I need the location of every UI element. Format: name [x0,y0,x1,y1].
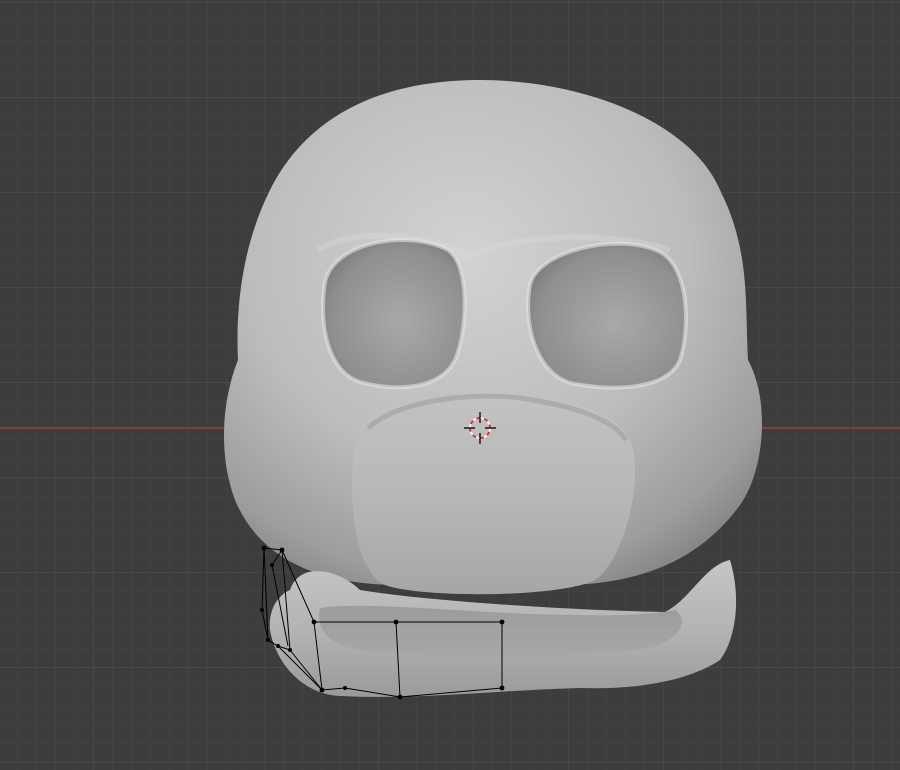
vertex[interactable] [279,547,285,553]
vertex[interactable] [319,687,325,693]
vertex[interactable] [499,619,505,625]
vertex[interactable] [393,619,399,625]
vertex[interactable] [266,638,270,642]
vertex[interactable] [343,686,347,690]
3d-viewport[interactable] [0,0,900,770]
vertex[interactable] [397,694,403,700]
vertex[interactable] [276,644,280,648]
head-mesh[interactable] [223,80,762,595]
snout [352,387,636,595]
vertex[interactable] [260,608,264,612]
left-eye-socket [321,238,467,390]
vertex[interactable] [499,685,505,691]
vertex[interactable] [270,563,274,567]
vertex[interactable] [261,545,267,551]
viewport-canvas[interactable] [0,0,900,770]
right-eye-socket [526,241,688,390]
vertex[interactable] [311,619,317,625]
vertex[interactable] [288,648,292,652]
